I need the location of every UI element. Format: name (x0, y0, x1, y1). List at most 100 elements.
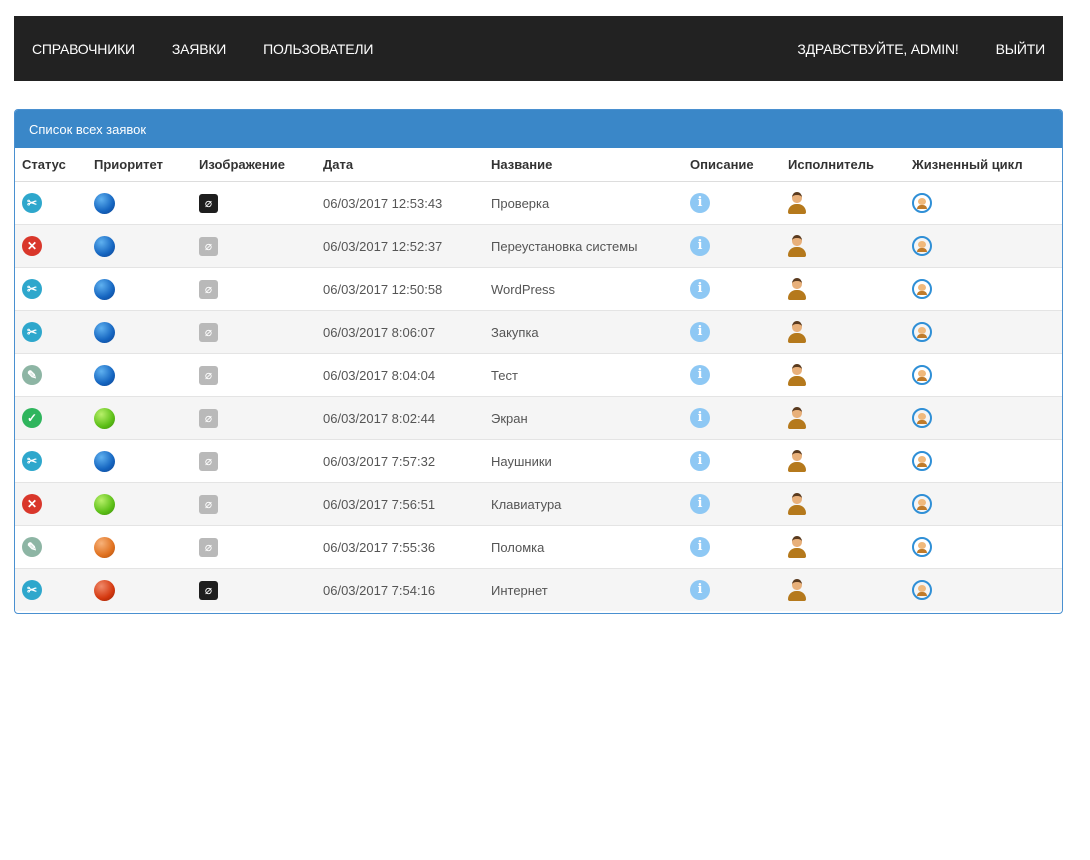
col-executor: Исполнитель (781, 148, 905, 182)
cell-priority (87, 353, 192, 397)
lifecycle-icon[interactable] (912, 236, 932, 256)
lifecycle-icon[interactable] (912, 365, 932, 385)
table-row[interactable]: ✂ ⌀ 06/03/2017 12:50:58 WordPress i (15, 267, 1062, 311)
request-date: 06/03/2017 12:52:37 (323, 238, 443, 254)
cell-description: i (683, 482, 781, 526)
cell-lifecycle (905, 482, 1062, 526)
request-date: 06/03/2017 8:02:44 (323, 410, 436, 426)
user-icon[interactable] (788, 278, 806, 300)
cell-status: ✎ (15, 525, 87, 569)
nav-users[interactable]: Пользователи (263, 41, 373, 57)
user-icon[interactable] (788, 192, 806, 214)
request-name: Клавиатура (491, 496, 562, 512)
lifecycle-icon[interactable] (912, 193, 932, 213)
info-icon[interactable]: i (690, 408, 710, 428)
info-icon[interactable]: i (690, 494, 710, 514)
info-icon[interactable]: i (690, 322, 710, 342)
user-icon[interactable] (788, 364, 806, 386)
table-row[interactable]: ✕ ⌀ 06/03/2017 7:56:51 Клавиатура i (15, 482, 1062, 526)
lifecycle-icon[interactable] (912, 408, 932, 428)
table-row[interactable]: ✂ ⌀ 06/03/2017 8:06:07 Закупка i (15, 310, 1062, 354)
request-name: Проверка (491, 195, 550, 211)
cell-priority (87, 181, 192, 225)
request-date: 06/03/2017 7:57:32 (323, 453, 436, 469)
lifecycle-icon[interactable] (912, 494, 932, 514)
info-icon[interactable]: i (690, 365, 710, 385)
table-row[interactable]: ✓ ⌀ 06/03/2017 8:02:44 Экран i (15, 396, 1062, 440)
info-icon[interactable]: i (690, 279, 710, 299)
cell-description: i (683, 310, 781, 354)
cell-name: Интернет (484, 568, 683, 611)
attachment-icon[interactable]: ⌀ (199, 193, 218, 213)
lifecycle-icon[interactable] (912, 537, 932, 557)
info-icon[interactable]: i (690, 580, 710, 600)
cell-status: ✂ (15, 181, 87, 225)
edit-icon: ✎ (22, 537, 42, 557)
cell-executor (781, 181, 905, 225)
attachment-icon: ⌀ (199, 365, 218, 385)
col-date: Дата (316, 148, 484, 182)
priority-blue-icon (94, 235, 115, 257)
nav-logout[interactable]: Выйти (996, 41, 1046, 57)
request-date: 06/03/2017 8:04:04 (323, 367, 436, 383)
info-icon[interactable]: i (690, 236, 710, 256)
table-row[interactable]: ✂ ⌀ 06/03/2017 12:53:43 Проверка i (15, 181, 1062, 225)
in-progress-icon: ✂ (22, 580, 42, 600)
cell-lifecycle (905, 353, 1062, 397)
attachment-icon: ⌀ (199, 451, 218, 471)
user-icon[interactable] (788, 321, 806, 343)
cell-status: ✂ (15, 568, 87, 611)
priority-blue-icon (94, 321, 115, 343)
cell-description: i (683, 353, 781, 397)
cell-date: 06/03/2017 8:02:44 (316, 396, 484, 440)
table-row[interactable]: ✂ ⌀ 06/03/2017 7:57:32 Наушники i (15, 439, 1062, 483)
request-date: 06/03/2017 12:53:43 (323, 195, 443, 211)
cell-executor (781, 482, 905, 526)
cell-name: Поломка (484, 525, 683, 569)
user-icon[interactable] (788, 235, 806, 257)
cell-image: ⌀ (192, 353, 316, 397)
lifecycle-icon[interactable] (912, 451, 932, 471)
nav-requests[interactable]: Заявки (172, 41, 226, 57)
cell-executor (781, 224, 905, 268)
cell-image: ⌀ (192, 310, 316, 354)
table-row[interactable]: ✎ ⌀ 06/03/2017 8:04:04 Тест i (15, 353, 1062, 397)
table-row[interactable]: ✎ ⌀ 06/03/2017 7:55:36 Поломка i (15, 525, 1062, 569)
lifecycle-icon[interactable] (912, 322, 932, 342)
user-icon[interactable] (788, 407, 806, 429)
priority-red-icon (94, 579, 115, 601)
cell-status: ✕ (15, 482, 87, 526)
lifecycle-icon[interactable] (912, 580, 932, 600)
priority-green-icon (94, 493, 115, 515)
table-row[interactable]: ✕ ⌀ 06/03/2017 12:52:37 Переустановка систе… (15, 224, 1062, 268)
nav-directories[interactable]: Справочники (32, 41, 135, 57)
priority-blue-icon (94, 450, 115, 472)
attachment-icon[interactable]: ⌀ (199, 580, 218, 600)
cell-lifecycle (905, 568, 1062, 611)
table-body: ✂ ⌀ 06/03/2017 12:53:43 Проверка i ✕ ⌀ 06/03/20… (15, 181, 1062, 611)
cell-lifecycle (905, 310, 1062, 354)
cell-description: i (683, 568, 781, 611)
attachment-icon: ⌀ (199, 236, 218, 256)
lifecycle-icon[interactable] (912, 279, 932, 299)
col-lifecycle: Жизненный цикл (905, 148, 1062, 182)
cell-priority (87, 396, 192, 440)
info-icon[interactable]: i (690, 193, 710, 213)
user-icon[interactable] (788, 493, 806, 515)
done-icon: ✓ (22, 408, 42, 428)
cell-image: ⌀ (192, 439, 316, 483)
cell-date: 06/03/2017 7:57:32 (316, 439, 484, 483)
cell-date: 06/03/2017 7:55:36 (316, 525, 484, 569)
col-description: Описание (683, 148, 781, 182)
nav-greeting[interactable]: Здравствуйте, admin! (797, 41, 958, 57)
cancelled-icon: ✕ (22, 494, 42, 514)
user-icon[interactable] (788, 450, 806, 472)
user-icon[interactable] (788, 536, 806, 558)
info-icon[interactable]: i (690, 537, 710, 557)
info-icon[interactable]: i (690, 451, 710, 471)
table-row[interactable]: ✂ ⌀ 06/03/2017 7:54:16 Интернет i (15, 568, 1062, 611)
cell-description: i (683, 439, 781, 483)
user-icon[interactable] (788, 579, 806, 601)
cell-name: Проверка (484, 181, 683, 225)
request-date: 06/03/2017 7:55:36 (323, 539, 436, 555)
